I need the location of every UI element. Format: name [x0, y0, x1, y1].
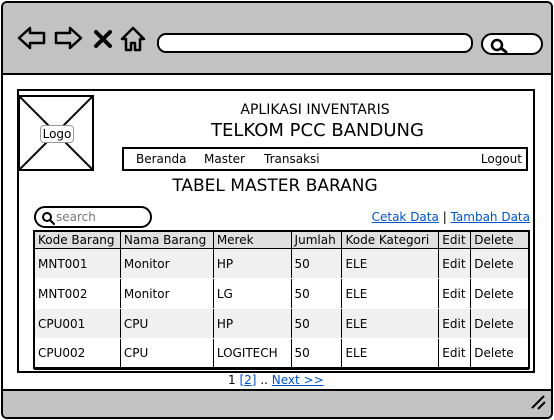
delete-button[interactable]: Delete [470, 308, 529, 339]
table-cell: CPU001 [34, 308, 121, 339]
table-actions: Cetak Data | Tambah Data [372, 210, 530, 224]
page-title: TABEL MASTER BARANG [172, 176, 378, 196]
tambah-data-link[interactable]: Tambah Data [451, 210, 530, 224]
delete-button[interactable]: Delete [470, 248, 529, 279]
table-row: CPU002 CPU LOGITECH 50 ELE Edit Delete [34, 338, 529, 370]
search-input[interactable]: search [34, 206, 152, 228]
link-separator: | [442, 210, 447, 224]
table-cell: CPU [119, 338, 214, 370]
search-icon [490, 38, 508, 54]
main-menu: Beranda Master Transaksi Logout [122, 147, 528, 171]
table-cell: CPU [119, 308, 214, 339]
menu-item-master[interactable]: Master [204, 152, 245, 166]
table-row: MNT001 Monitor HP 50 ELE Edit Delete [34, 248, 529, 279]
table-row: CPU001 CPU HP 50 ELE Edit Delete [34, 308, 529, 339]
column-header: Merek [212, 231, 292, 249]
search-icon [42, 212, 55, 225]
column-header: Delete [470, 231, 529, 249]
logout-link[interactable]: Logout [481, 152, 522, 166]
close-icon[interactable] [93, 29, 113, 53]
edit-button[interactable]: Edit [438, 278, 472, 309]
menu-item-beranda[interactable]: Beranda [136, 152, 186, 166]
cetak-data-link[interactable]: Cetak Data [372, 210, 439, 224]
back-arrow-icon[interactable] [17, 25, 47, 55]
table-cell: CPU002 [34, 338, 121, 370]
table-cell: Monitor [119, 248, 214, 279]
table-cell: 50 [290, 308, 343, 339]
search-placeholder: search [56, 210, 96, 224]
table-cell: 50 [290, 338, 343, 370]
column-header: Kode Barang [34, 231, 121, 249]
logo-label: Logo [40, 125, 74, 143]
browser-toolbar [3, 3, 551, 75]
delete-button[interactable]: Delete [470, 278, 529, 309]
forward-arrow-icon[interactable] [53, 25, 83, 55]
delete-button[interactable]: Delete [470, 338, 529, 370]
next-page-link[interactable]: Next >> [272, 373, 324, 387]
master-barang-table: Kode Barang Nama Barang Merek Jumlah Kod… [34, 231, 529, 370]
resize-handle-icon[interactable] [527, 391, 547, 415]
menu-item-transaksi[interactable]: Transaksi [264, 152, 320, 166]
table-cell: LOGITECH [212, 338, 292, 370]
table-cell: ELE [341, 248, 440, 279]
column-header: Edit [438, 231, 472, 249]
column-header: Kode Kategori [341, 231, 440, 249]
logo-placeholder: Logo [18, 95, 94, 171]
table-row: MNT002 Monitor LG 50 ELE Edit Delete [34, 278, 529, 309]
page-current: 1 [228, 373, 236, 387]
table-cell: HP [212, 248, 292, 279]
table-cell: 50 [290, 278, 343, 309]
page-link-2[interactable]: [2] [239, 373, 256, 387]
pagination: 1 [2] .. Next >> [228, 373, 324, 387]
table-cell: HP [212, 308, 292, 339]
table-cell: MNT001 [34, 248, 121, 279]
browser-search-field[interactable] [481, 33, 543, 55]
column-header: Nama Barang [119, 231, 214, 249]
page-link-2-label: 2 [244, 373, 252, 387]
edit-button[interactable]: Edit [438, 338, 472, 370]
app-subtitle: TELKOM PCC BANDUNG [211, 120, 424, 141]
table-cell: LG [212, 278, 292, 309]
edit-button[interactable]: Edit [438, 308, 472, 339]
table-header-row: Kode Barang Nama Barang Merek Jumlah Kod… [34, 231, 529, 249]
table-cell: 50 [290, 248, 343, 279]
column-header: Jumlah [290, 231, 343, 249]
home-icon[interactable] [119, 25, 147, 57]
address-bar[interactable] [157, 33, 473, 53]
status-bar [3, 389, 551, 417]
table-cell: ELE [341, 338, 440, 370]
table-cell: Monitor [119, 278, 214, 309]
edit-button[interactable]: Edit [438, 248, 472, 279]
table-cell: MNT002 [34, 278, 121, 309]
page-ellipsis: .. [260, 373, 268, 387]
app-title: APLIKASI INVENTARIS [240, 102, 390, 118]
table-cell: ELE [341, 308, 440, 339]
table-cell: ELE [341, 278, 440, 309]
